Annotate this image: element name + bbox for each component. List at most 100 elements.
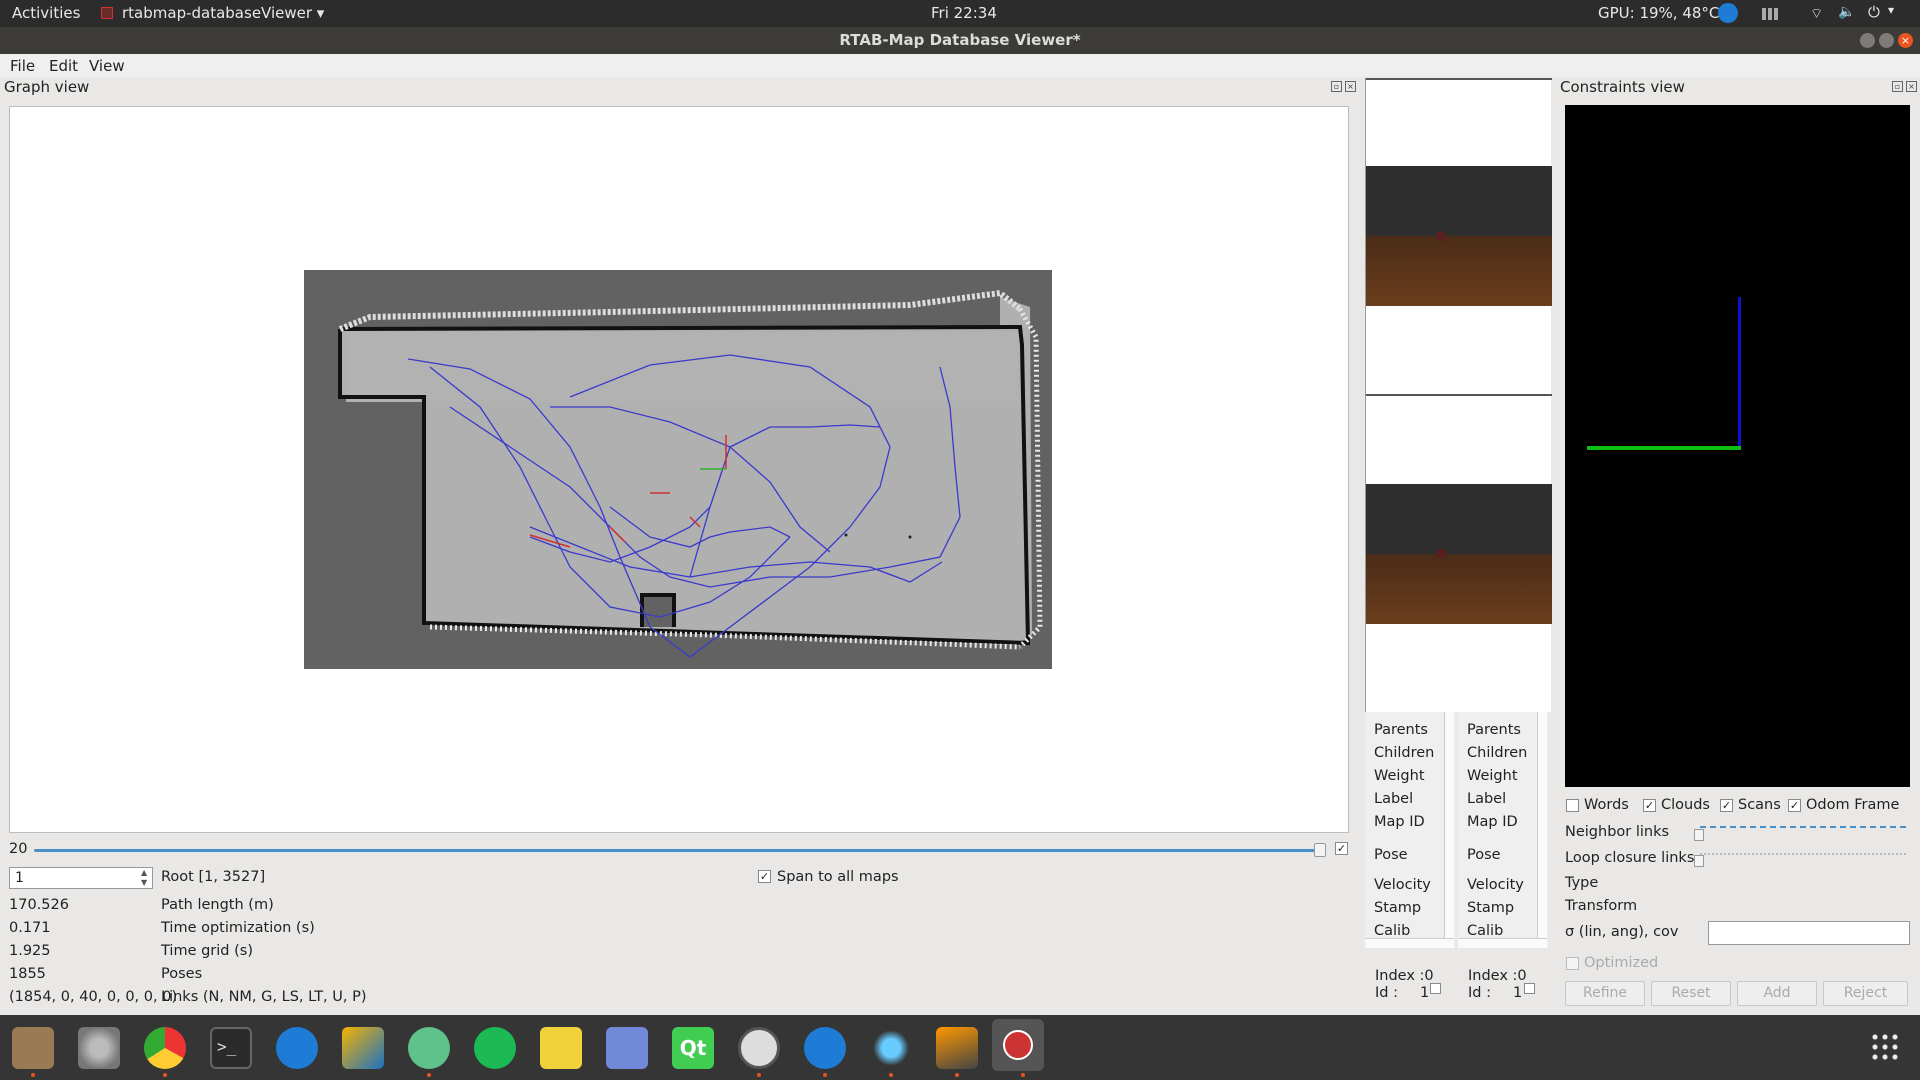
y-axis-line (1587, 446, 1741, 450)
right-id-checkbox[interactable] (1524, 983, 1535, 994)
files-icon[interactable] (12, 1027, 54, 1069)
splash-icon[interactable] (870, 1027, 912, 1069)
close-window-button[interactable]: × (1898, 33, 1913, 48)
activities-button[interactable]: Activities (12, 4, 80, 22)
teamviewer2-icon[interactable] (804, 1027, 846, 1069)
sigma-field[interactable] (1708, 921, 1910, 945)
teamviewer-tray-icon[interactable] (1718, 3, 1738, 23)
info-label: Label (1467, 791, 1507, 807)
info-label: Map ID (1467, 814, 1518, 830)
occupancy-map (304, 270, 1052, 669)
graph-slider-value: 20 (9, 841, 28, 857)
node-info-right: Parents Children Weight Label Map ID Pos… (1458, 712, 1548, 948)
dock-close-button[interactable]: × (1345, 81, 1356, 92)
graph-canvas[interactable] (9, 106, 1349, 833)
node-info-right-hscrollbar[interactable] (1458, 938, 1547, 948)
minimize-button[interactable] (1860, 33, 1875, 48)
add-button[interactable]: Add (1737, 981, 1817, 1006)
teamviewer-icon[interactable] (276, 1027, 318, 1069)
app-icon (101, 7, 113, 19)
menu-edit[interactable]: Edit (49, 57, 78, 75)
root-label: Root [1, 3527] (161, 869, 266, 885)
right-id-value: 1 (1513, 985, 1523, 1001)
stat-value: (1854, 0, 40, 0, 0, 0, 0) (9, 989, 178, 1005)
graph-view-title: Graph view (4, 78, 90, 96)
slider-enable-checkbox[interactable]: ✓ (1335, 842, 1348, 855)
constraints-3d-view[interactable] (1565, 105, 1910, 787)
chrome-icon[interactable] (144, 1027, 186, 1069)
qt-icon[interactable]: Qt (672, 1027, 714, 1069)
neighbor-links-handle[interactable] (1694, 829, 1704, 841)
info-label: Children (1374, 745, 1435, 761)
rtabmap-icon[interactable] (992, 1019, 1044, 1071)
constraints-view-title: Constraints view (1560, 78, 1685, 96)
z-axis-line (1738, 297, 1741, 450)
info-label: Stamp (1467, 900, 1515, 916)
loop-closure-handle[interactable] (1694, 855, 1704, 867)
dock-float-button[interactable]: ▫ (1331, 81, 1342, 92)
spin-arrows-icon[interactable]: ▲ ▼ (141, 868, 152, 888)
gpu-indicator[interactable]: GPU: 19%, 48°C (1598, 4, 1719, 22)
neighbor-links-slider[interactable] (1700, 826, 1906, 829)
spotify-icon[interactable] (474, 1027, 516, 1069)
left-index-label: Index :0 (1375, 968, 1434, 984)
clock[interactable]: Fri 22:34 (931, 4, 997, 22)
app-menu[interactable]: rtabmap-databaseViewer ▾ (122, 4, 324, 22)
menu-bar: File Edit View (0, 54, 1920, 77)
volume-icon[interactable]: 🔈 (1838, 4, 1855, 20)
dock-close-button[interactable]: × (1906, 81, 1917, 92)
right-index-label: Index :0 (1468, 968, 1527, 984)
optimized-checkbox[interactable] (1566, 957, 1579, 970)
terminal-icon[interactable]: >_ (210, 1027, 252, 1069)
reject-button[interactable]: Reject (1823, 981, 1908, 1006)
image-views-column (1365, 78, 1552, 712)
info-label: Map ID (1374, 814, 1425, 830)
menu-file[interactable]: File (10, 57, 35, 75)
scans-label: Scans (1738, 797, 1781, 813)
discord-icon[interactable] (606, 1027, 648, 1069)
signal-icon[interactable] (1762, 8, 1782, 20)
graph-slider-handle[interactable] (1314, 843, 1326, 857)
refine-button[interactable]: Refine (1565, 981, 1645, 1006)
sublime-icon[interactable] (936, 1027, 978, 1069)
virtualbox-icon[interactable] (342, 1027, 384, 1069)
atom-icon[interactable] (408, 1027, 450, 1069)
maximize-button[interactable] (1879, 33, 1894, 48)
info-label: Weight (1374, 768, 1425, 784)
wifi-icon[interactable]: ⌔ (1810, 5, 1823, 23)
optimized-label: Optimized (1584, 955, 1659, 971)
node-info-left-scrollbar[interactable] (1444, 712, 1454, 938)
app-grid-icon[interactable] (1870, 1032, 1900, 1062)
info-label: Calib (1374, 923, 1411, 939)
camera-image-right[interactable] (1366, 484, 1552, 624)
clouds-checkbox[interactable]: ✓ (1643, 799, 1656, 812)
software-updater-icon[interactable] (738, 1027, 780, 1069)
window-title: RTAB-Map Database Viewer* (839, 31, 1081, 49)
type-label: Type (1565, 875, 1599, 891)
menu-view[interactable]: View (89, 57, 125, 75)
chevron-down-icon[interactable]: ▾ (1888, 3, 1894, 17)
loop-closure-slider[interactable] (1700, 853, 1906, 856)
left-id-checkbox[interactable] (1430, 983, 1441, 994)
root-spinbox[interactable]: 1 (9, 867, 153, 889)
node-info-left-hscrollbar[interactable] (1365, 938, 1454, 948)
notes-icon[interactable] (540, 1027, 582, 1069)
odom-frame-checkbox[interactable]: ✓ (1788, 799, 1801, 812)
odom-frame-label: Odom Frame (1806, 797, 1900, 813)
span-all-maps-checkbox[interactable]: ✓ (758, 870, 771, 883)
reset-button[interactable]: Reset (1651, 981, 1731, 1006)
dock-float-button[interactable]: ▫ (1892, 81, 1903, 92)
camera-image-left[interactable] (1366, 166, 1552, 306)
stat-value: 170.526 (9, 897, 69, 913)
settings-icon[interactable] (78, 1027, 120, 1069)
node-info-right-scrollbar[interactable] (1537, 712, 1547, 938)
scans-checkbox[interactable]: ✓ (1720, 799, 1733, 812)
info-label: Stamp (1374, 900, 1422, 916)
power-icon[interactable]: ⏻ (1868, 3, 1880, 21)
info-label: Parents (1467, 722, 1521, 738)
words-checkbox[interactable] (1566, 799, 1579, 812)
info-label: Velocity (1374, 877, 1431, 893)
system-top-bar: Activities rtabmap-databaseViewer ▾ Fri … (0, 0, 1920, 27)
graph-slider-track[interactable] (34, 849, 1322, 852)
info-label: Pose (1467, 847, 1501, 863)
